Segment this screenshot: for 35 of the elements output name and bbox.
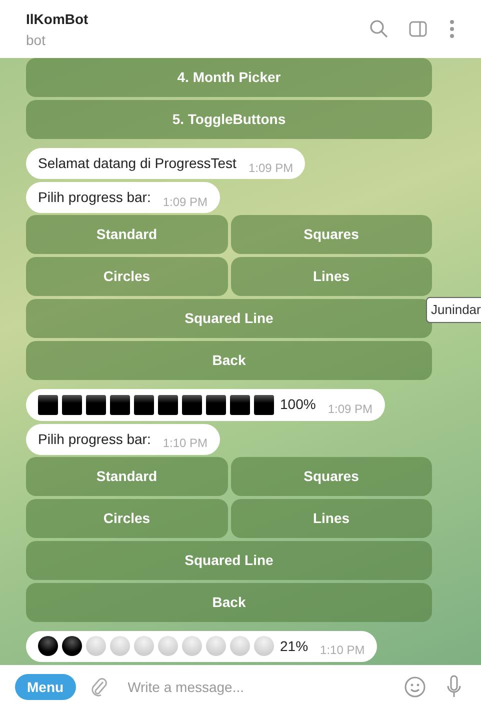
keyboard-button[interactable]: Back (26, 341, 432, 380)
keyboard-button[interactable]: 4. Month Picker (26, 58, 432, 97)
keyboard-button[interactable]: Squares (230, 456, 432, 496)
message-text: Pilih progress bar: (38, 430, 151, 449)
keyboard-button[interactable]: Back (26, 582, 432, 622)
progress-percentage: 100% (280, 395, 316, 414)
keyboard-button[interactable]: Circles (26, 498, 228, 538)
keyboard-button[interactable]: Squared Line (26, 540, 432, 580)
keyboard-button[interactable]: Standard (26, 215, 228, 254)
keyboard-button[interactable]: 5. ToggleButtons (26, 100, 432, 139)
message-text: Selamat datang di ProgressTest (38, 154, 236, 174)
keyboard-button[interactable]: Standard (26, 456, 228, 496)
emoji-icon[interactable] (404, 676, 426, 698)
menu-icon[interactable] (449, 19, 455, 39)
keyboard-button[interactable]: Lines (230, 257, 432, 296)
tooltip: Junindar (426, 297, 481, 323)
paperclip-icon[interactable] (90, 677, 108, 697)
keyboard-button[interactable]: Squares (230, 215, 432, 254)
message-text: Pilih progress bar: (38, 188, 151, 208)
keyboard-button[interactable]: Circles (26, 257, 228, 296)
microphone-icon[interactable] (446, 675, 462, 699)
chat-title: IlKomBot (26, 10, 90, 28)
message-time: 1:09 PM (328, 400, 373, 418)
message-time: 1:10 PM (162, 435, 208, 452)
message-time: 1:09 PM (248, 160, 294, 177)
chat-subtitle: bot (26, 30, 46, 48)
message-time: 1:09 PM (162, 194, 208, 211)
sidebar-toggle-icon[interactable] (409, 21, 427, 37)
menu-button[interactable]: Menu (15, 674, 76, 700)
progress-percentage: 21% (280, 636, 308, 656)
keyboard-button[interactable]: Squared Line (26, 299, 432, 338)
search-icon[interactable] (369, 19, 389, 39)
message-input[interactable]: Write a message... (128, 676, 404, 698)
keyboard-button[interactable]: Lines (230, 498, 432, 538)
message-time: 1:10 PM (320, 642, 365, 660)
